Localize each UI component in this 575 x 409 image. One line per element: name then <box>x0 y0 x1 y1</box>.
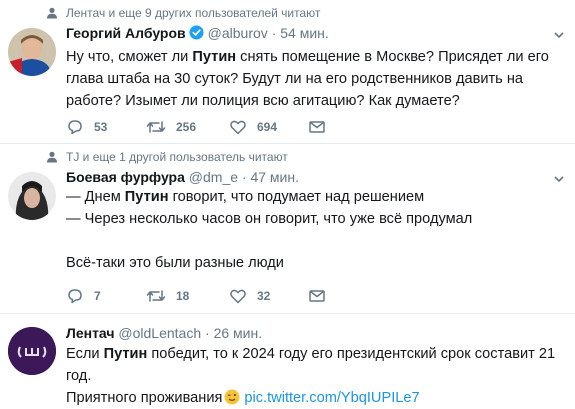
like-icon <box>230 289 246 304</box>
reply-button[interactable]: 7 <box>66 287 101 305</box>
retweet-button[interactable]: 256 <box>146 118 196 136</box>
social-context[interactable]: Лентач и еще 9 других пользователей чита… <box>66 6 320 20</box>
dm-button[interactable] <box>308 118 336 136</box>
media-link[interactable]: pic.twitter.com/YbqIUPILe7 <box>244 390 419 406</box>
tweet-2[interactable]: TJ и еще 1 другой пользователь читают Бо… <box>0 144 575 314</box>
like-button[interactable]: 694 <box>229 118 277 136</box>
dm-button[interactable] <box>308 287 336 305</box>
person-icon <box>47 7 57 19</box>
timestamp[interactable]: 54 мин. <box>280 25 329 41</box>
retweet-button[interactable]: 18 <box>146 287 189 305</box>
separator-dot: · <box>241 169 247 185</box>
verified-icon <box>189 25 204 40</box>
retweet-count: 256 <box>176 120 197 134</box>
chevron-down-icon[interactable] <box>553 29 565 41</box>
wink-emoji-icon <box>224 389 240 405</box>
author-handle[interactable]: @dm_e <box>189 169 238 185</box>
retweet-icon <box>146 121 166 133</box>
avatar[interactable] <box>8 327 56 375</box>
reply-button[interactable]: 53 <box>66 118 107 136</box>
tweet-text: Ну что, сможет ли Путин снять помещение … <box>66 49 549 109</box>
author-handle[interactable]: @oldLentach <box>118 325 201 341</box>
person-icon <box>47 151 57 163</box>
avatar[interactable] <box>8 172 56 220</box>
like-count: 32 <box>257 289 271 303</box>
author-handle[interactable]: @alburov <box>208 25 268 41</box>
like-icon <box>230 120 246 135</box>
reply-icon <box>68 289 82 304</box>
tweet-1[interactable]: Лентач и еще 9 других пользователей чита… <box>0 0 575 144</box>
retweet-count: 18 <box>176 289 190 303</box>
retweet-icon <box>146 290 166 302</box>
tweet-3[interactable]: Лентач @oldLentach · 26 мин. Если Путин … <box>0 314 575 406</box>
dm-icon <box>309 290 325 302</box>
social-context[interactable]: TJ и еще 1 другой пользователь читают <box>66 150 288 164</box>
reply-count: 7 <box>94 289 101 303</box>
timestamp[interactable]: 26 мин. <box>214 325 263 341</box>
author-name[interactable]: Георгий Албуров <box>66 25 186 41</box>
reply-count: 53 <box>94 120 108 134</box>
like-count: 694 <box>257 120 278 134</box>
separator-dot: · <box>205 325 210 341</box>
author-name[interactable]: Лентач <box>66 325 115 341</box>
chevron-down-icon[interactable] <box>553 173 565 185</box>
tweet-text: — Днем Путин говорит, что подумает над р… <box>66 189 473 271</box>
separator-dot: · <box>271 25 277 41</box>
avatar[interactable] <box>8 28 56 76</box>
timestamp[interactable]: 47 мин. <box>250 169 299 185</box>
author-name[interactable]: Боевая фурфура <box>66 169 185 185</box>
dm-icon <box>309 121 325 133</box>
reply-icon <box>68 120 82 135</box>
tweet-text: Если Путин победит, то к 2024 году его п… <box>66 343 571 409</box>
like-button[interactable]: 32 <box>229 287 270 305</box>
